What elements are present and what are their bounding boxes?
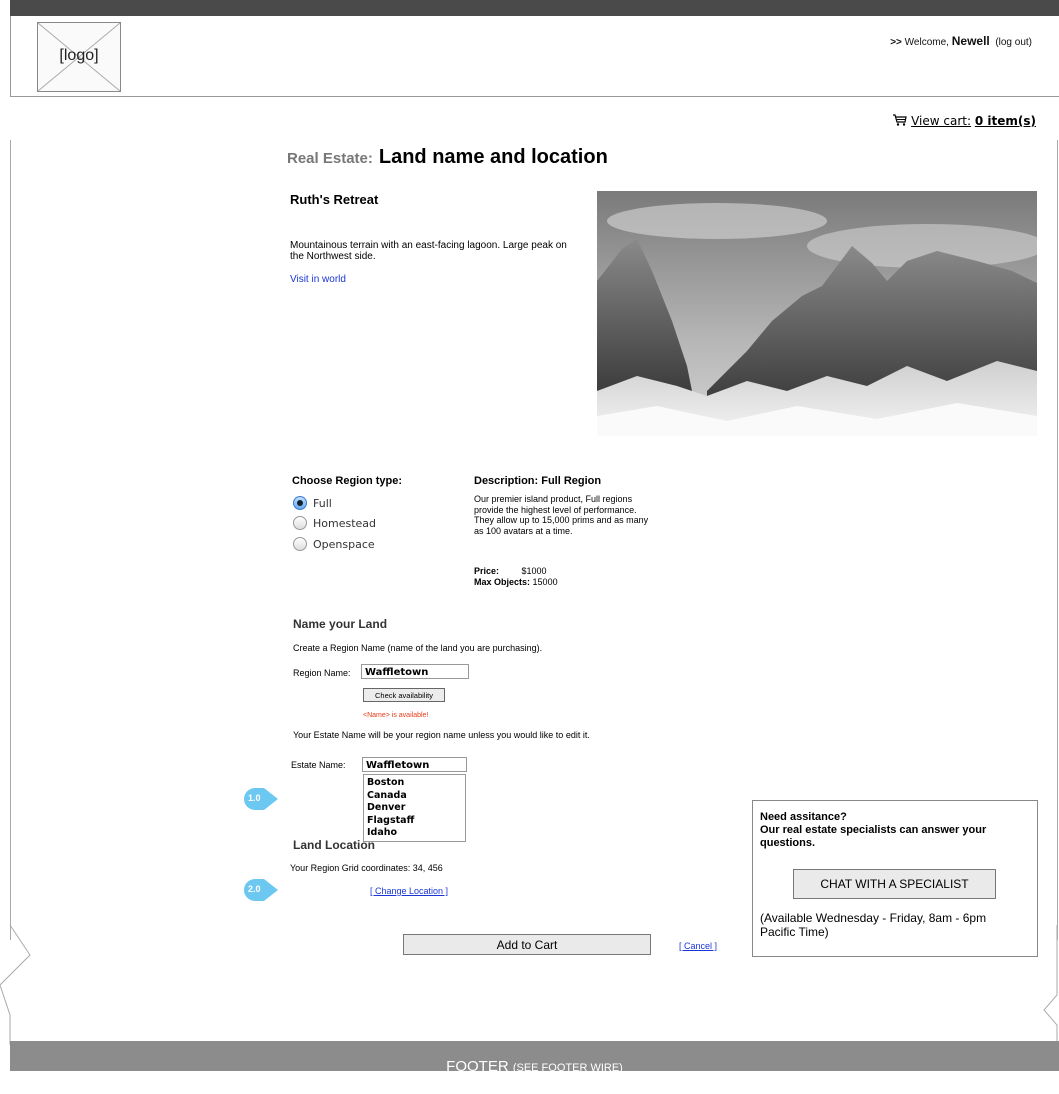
username: Newell: [951, 34, 990, 48]
header: [10, 16, 1059, 97]
price-info: Price: $1000 Max Objects: 15000: [474, 566, 558, 587]
logo-label: [logo]: [59, 47, 99, 64]
footer-label: FOOTER: [446, 1058, 509, 1075]
callout-label: 2.0: [248, 884, 261, 894]
description-heading: Description: Full Region: [474, 475, 602, 487]
estate-name-note: Your Estate Name will be your region nam…: [293, 730, 590, 740]
radio-selected-icon[interactable]: [293, 496, 307, 510]
dropdown-option[interactable]: Canada: [367, 790, 462, 803]
radio-label: Homestead: [313, 516, 377, 530]
logout-link[interactable]: (log out): [995, 37, 1032, 48]
estate-name-input[interactable]: Waffletown: [362, 757, 467, 772]
dropdown-option[interactable]: Boston: [367, 777, 462, 790]
region-name-label: Region Name:: [293, 668, 351, 678]
radio-full[interactable]: Full: [293, 496, 332, 510]
estate-name-dropdown[interactable]: Boston Canada Denver Flagstaff Idaho: [363, 774, 466, 842]
coordinates-label: Your Region Grid coordinates:: [290, 863, 411, 873]
name-land-heading: Name your Land: [293, 617, 388, 631]
dropdown-option[interactable]: Idaho: [367, 827, 462, 840]
radio-unselected-icon[interactable]: [293, 516, 307, 530]
price-value: $1000: [521, 566, 547, 576]
grid-coordinates: Your Region Grid coordinates: 34, 456: [290, 863, 443, 873]
region-name-input[interactable]: Waffletown: [361, 664, 469, 679]
dropdown-option[interactable]: Denver: [367, 802, 462, 815]
callout-marker-1: 1.0: [244, 788, 278, 810]
dropdown-option[interactable]: Flagstaff: [367, 815, 462, 828]
price-label: Price:: [474, 566, 500, 576]
help-panel: Need assitance? Our real estate speciali…: [752, 800, 1038, 957]
welcome-arrow: >>: [890, 37, 902, 48]
availability-message: <Name> is available!: [363, 712, 429, 719]
help-heading: Need assitance? Our real estate speciali…: [760, 811, 1030, 850]
land-name: Ruth's Retreat: [290, 192, 379, 207]
cancel-link[interactable]: [ Cancel ]: [679, 941, 717, 951]
change-location-link[interactable]: [ Change Location ]: [370, 886, 448, 896]
page-border-left: [10, 140, 11, 940]
add-to-cart-button[interactable]: Add to Cart: [403, 934, 651, 955]
radio-label: Full: [313, 496, 332, 510]
footer: FOOTER (SEE FOOTER WIRE): [10, 1041, 1059, 1075]
welcome-text: Welcome,: [904, 37, 949, 48]
estate-name-label: Estate Name:: [291, 760, 346, 770]
radio-unselected-icon[interactable]: [293, 537, 307, 551]
page-title-prefix: Real Estate:: [287, 150, 373, 167]
page-title-text: Land name and location: [378, 146, 608, 168]
check-availability-button[interactable]: Check availability: [363, 688, 445, 702]
radio-homestead[interactable]: Homestead: [293, 516, 376, 530]
page-title: Real Estate: Land name and location: [287, 146, 608, 169]
max-objects-label: Max Objects:: [474, 576, 531, 587]
visit-in-world-link[interactable]: Visit in world: [290, 274, 346, 285]
chat-specialist-button[interactable]: CHAT WITH A SPECIALIST: [793, 869, 996, 899]
help-subtitle: Our real estate specialists can answer y…: [760, 824, 987, 849]
view-cart-link[interactable]: View cart: 0 item(s): [892, 114, 1036, 128]
page-border-right: [1057, 140, 1058, 940]
footer-note: (SEE FOOTER WIRE): [512, 1062, 623, 1074]
help-title: Need assitance?: [760, 811, 847, 823]
region-type-heading: Choose Region type:: [292, 475, 403, 487]
land-description: Mountainous terrain with an east-facing …: [290, 240, 567, 262]
welcome-bar: >> Welcome, Newell (log out): [890, 34, 1032, 48]
logo[interactable]: [logo]: [37, 22, 121, 92]
cart-count[interactable]: 0 item(s): [975, 114, 1036, 128]
description-body: Our premier island product, Full regions…: [474, 494, 649, 536]
terrain-preview-image: [597, 191, 1037, 436]
max-objects-value: 15000: [532, 576, 558, 587]
radio-openspace[interactable]: Openspace: [293, 537, 375, 551]
callout-marker-2: 2.0: [244, 879, 278, 901]
shopping-cart-icon: [893, 114, 907, 126]
region-instruction: Create a Region Name (name of the land y…: [293, 643, 543, 653]
radio-label: Openspace: [313, 537, 375, 551]
callout-label: 1.0: [248, 793, 261, 803]
top-bar: [10, 0, 1059, 16]
help-hours: (Available Wednesday - Friday, 8am - 6pm…: [760, 911, 987, 939]
coordinates-value: 34, 456: [412, 863, 443, 873]
torn-edge-left-icon: [0, 925, 31, 1045]
view-cart-label[interactable]: View cart:: [911, 114, 971, 128]
land-location-heading: Land Location: [293, 838, 375, 852]
